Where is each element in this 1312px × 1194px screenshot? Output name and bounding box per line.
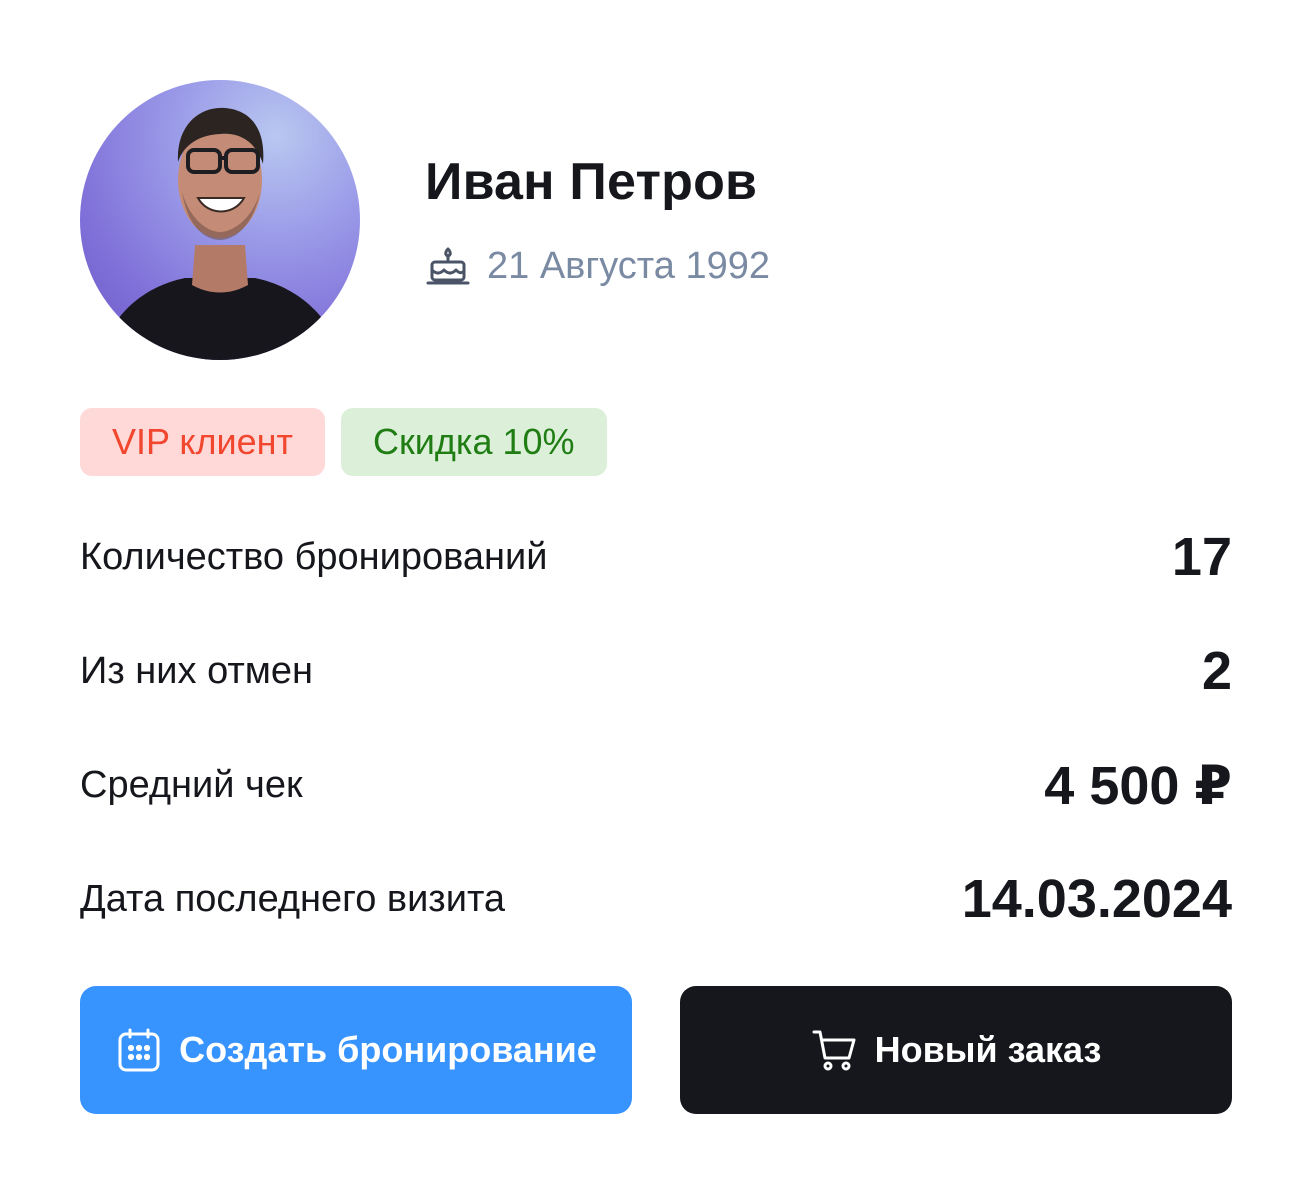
birth-date: 21 Августа 1992 bbox=[425, 240, 770, 292]
stat-row-bookings: Количество бронирований 17 bbox=[80, 500, 1232, 614]
stat-row-average-check: Средний чек 4 500 ₽ bbox=[80, 728, 1232, 842]
avatar bbox=[80, 80, 360, 360]
calendar-icon bbox=[115, 1026, 163, 1074]
stat-label: Количество бронирований bbox=[80, 535, 548, 578]
stat-label: Дата последнего визита bbox=[80, 877, 506, 920]
stat-value: 2 bbox=[1201, 641, 1232, 701]
create-booking-button[interactable]: Создать бронирование bbox=[80, 986, 632, 1114]
stat-label: Средний чек bbox=[80, 763, 303, 806]
cake-icon bbox=[425, 243, 471, 289]
stat-value: 4 500 ₽ bbox=[1044, 755, 1232, 816]
new-order-button[interactable]: Новый заказ bbox=[680, 986, 1232, 1114]
avatar-portrait bbox=[100, 107, 342, 360]
stats-list: Количество бронирований 17 Из них отмен … bbox=[80, 500, 1232, 956]
create-booking-label: Создать бронирование bbox=[179, 1029, 597, 1070]
tag-discount: Скидка 10% bbox=[341, 408, 607, 476]
stat-value: 17 bbox=[1171, 527, 1232, 587]
tag-list: VIP клиент Скидка 10% bbox=[80, 408, 607, 476]
new-order-label: Новый заказ bbox=[874, 1029, 1102, 1070]
cart-icon bbox=[811, 1026, 859, 1074]
stat-row-cancellations: Из них отмен 2 bbox=[80, 614, 1232, 728]
tag-vip: VIP клиент bbox=[80, 408, 326, 476]
client-card: Иван Петров 21 Августа 1992 VIP клиент С… bbox=[0, 0, 1312, 1194]
stat-value: 14.03.2024 bbox=[961, 869, 1232, 929]
stat-label: Из них отмен bbox=[80, 649, 314, 692]
action-buttons: Создать бронирование Новый заказ bbox=[80, 986, 1232, 1114]
birth-date-text: 21 Августа 1992 bbox=[487, 245, 770, 287]
stat-row-last-visit: Дата последнего визита 14.03.2024 bbox=[80, 842, 1232, 956]
client-name: Иван Петров bbox=[425, 153, 758, 211]
